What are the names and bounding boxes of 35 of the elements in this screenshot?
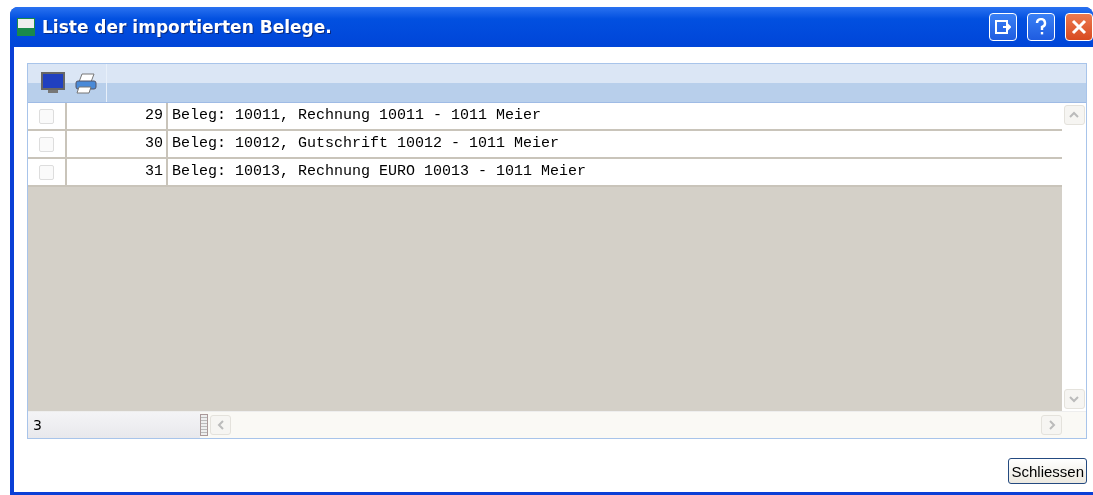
- row-checkbox[interactable]: [39, 136, 54, 152]
- chevron-down-icon: [1069, 394, 1079, 404]
- chevron-right-icon: [1046, 420, 1057, 430]
- table-cell-text: Beleg: 10011, Rechnung 10011 - 1011 Meier: [171, 106, 543, 126]
- monitor-icon: [40, 71, 66, 95]
- record-count: 3: [28, 412, 200, 438]
- row-checkbox[interactable]: [39, 164, 54, 180]
- printer-button[interactable]: [74, 72, 98, 94]
- table-cell: 29: [67, 103, 168, 129]
- chevron-left-icon: [215, 420, 226, 430]
- table-cell: 31: [67, 159, 168, 185]
- vertical-scrollbar[interactable]: [1062, 103, 1086, 411]
- close-button[interactable]: [1065, 13, 1093, 41]
- scroll-down-button[interactable]: [1063, 389, 1085, 409]
- chevron-up-icon: [1069, 110, 1079, 120]
- close-icon: [1071, 19, 1087, 35]
- splitter-handle[interactable]: [200, 414, 208, 436]
- table-row[interactable]: 31 Beleg: 10013, Rechnung EURO 10013 - 1011 Meier: [28, 159, 1062, 187]
- row-checkbox[interactable]: [39, 108, 54, 124]
- table-row[interactable]: 29 Beleg: 10011, Rechnung 10011 - 1011 Meier: [28, 103, 1062, 131]
- close-dialog-button[interactable]: Schliessen: [1008, 458, 1087, 484]
- table-cell-text: Beleg: 10012, Gutschrift 10012 - 1011 Meier: [171, 134, 561, 154]
- scroll-up-button[interactable]: [1063, 105, 1085, 125]
- scroll-left-button[interactable]: [210, 415, 231, 435]
- table-row[interactable]: 30 Beleg: 10012, Gutschrift 10012 - 1011 Meier: [28, 131, 1062, 159]
- printer-icon: [74, 72, 98, 94]
- table-cell-text: Beleg: 10013, Rechnung EURO 10013 - 1011 Meier: [171, 162, 588, 182]
- help-icon: [1035, 18, 1047, 36]
- table-cell: 30: [67, 131, 168, 157]
- help-button[interactable]: [1027, 13, 1055, 41]
- window-title: Liste der importierten Belege.: [42, 17, 333, 37]
- monitor-button[interactable]: [40, 71, 66, 95]
- minimize-window-button[interactable]: [989, 13, 1017, 41]
- scroll-right-button[interactable]: [1041, 415, 1062, 435]
- app-icon: [16, 17, 36, 37]
